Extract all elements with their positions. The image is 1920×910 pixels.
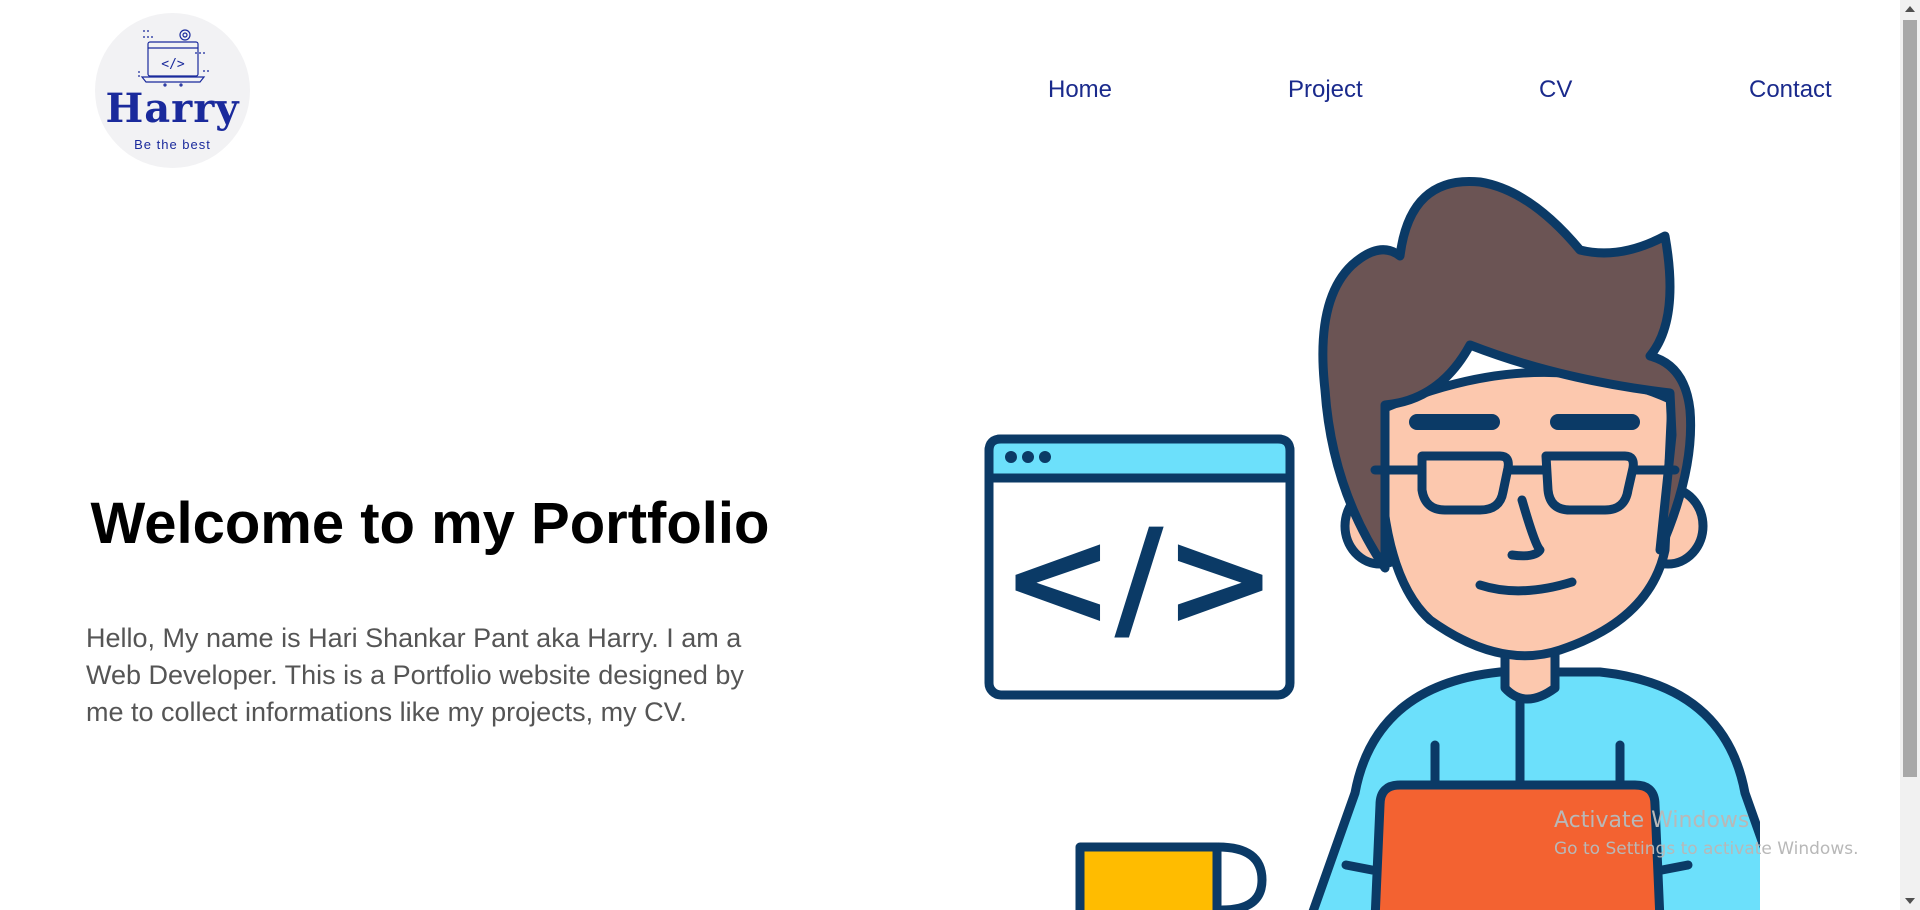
logo-code-glyph: </>: [161, 57, 185, 72]
laptop-icon: [1370, 780, 1665, 910]
hero-title: Welcome to my Portfolio: [90, 491, 770, 556]
scroll-up-button[interactable]: [1900, 0, 1920, 18]
hero-description: Hello, My name is Hari Shankar Pant aka …: [86, 623, 744, 727]
illustration-code-glyph: </>: [1001, 500, 1277, 657]
scroll-thumb[interactable]: [1903, 20, 1917, 777]
developer-illustration: </>: [984, 176, 1760, 910]
site-logo[interactable]: </> Harry Be the best: [95, 13, 250, 168]
nav-home-link[interactable]: Home: [1048, 76, 1112, 104]
nav-project-link[interactable]: Project: [1288, 76, 1363, 104]
scroll-down-button[interactable]: [1900, 892, 1920, 910]
portfolio-page: </> Harry Be the best Home Project CV Co…: [0, 0, 1920, 910]
logo-name: Harry: [105, 85, 240, 132]
nav-cv-link[interactable]: CV: [1539, 76, 1572, 104]
arrow-up-icon: [1905, 6, 1915, 12]
nav-contact-link[interactable]: Contact: [1749, 76, 1832, 104]
arrow-down-icon: [1905, 898, 1915, 904]
logo-tagline: Be the best: [134, 137, 211, 152]
mug-icon: [1075, 842, 1267, 910]
vertical-scrollbar[interactable]: [1900, 0, 1920, 910]
